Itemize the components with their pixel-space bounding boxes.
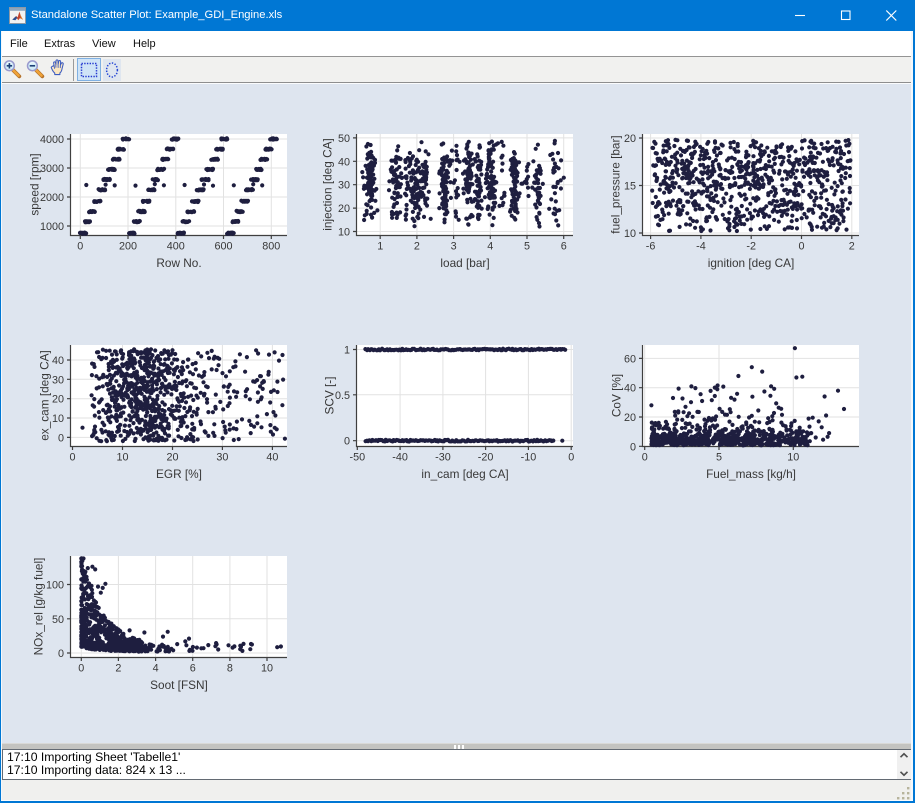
svg-text:60: 60 (624, 353, 636, 365)
svg-text:800: 800 (262, 241, 280, 253)
svg-text:1: 1 (377, 241, 383, 253)
svg-text:20: 20 (338, 203, 350, 215)
svg-text:30: 30 (338, 180, 350, 192)
svg-text:injection [deg CA]: injection [deg CA] (321, 138, 335, 230)
svg-text:2000: 2000 (40, 192, 64, 204)
svg-text:Fuel_mass [kg/h]: Fuel_mass [kg/h] (706, 467, 796, 481)
svg-text:EGR [%]: EGR [%] (156, 467, 202, 481)
svg-text:3: 3 (451, 241, 457, 253)
svg-text:speed [rpm]: speed [rpm] (28, 153, 42, 215)
svg-text:-30: -30 (435, 452, 451, 464)
svg-text:-10: -10 (521, 452, 537, 464)
svg-text:5: 5 (716, 452, 722, 464)
svg-text:fuel_pressure [bar]: fuel_pressure [bar] (609, 135, 623, 233)
svg-text:-40: -40 (392, 452, 408, 464)
svg-text:10: 10 (52, 413, 64, 425)
svg-text:CoV [%]: CoV [%] (610, 374, 624, 417)
svg-text:6: 6 (190, 663, 196, 675)
svg-text:0: 0 (642, 452, 648, 464)
svg-text:30: 30 (216, 452, 228, 464)
svg-text:40: 40 (624, 383, 636, 395)
svg-text:6: 6 (561, 241, 567, 253)
svg-text:load [bar]: load [bar] (440, 256, 489, 270)
svg-text:0: 0 (798, 241, 804, 253)
svg-text:-20: -20 (478, 452, 494, 464)
svg-text:0: 0 (78, 663, 84, 675)
svg-text:10: 10 (624, 228, 636, 240)
svg-text:0: 0 (69, 452, 75, 464)
svg-text:0: 0 (58, 432, 64, 444)
svg-text:200: 200 (119, 241, 137, 253)
svg-text:5: 5 (524, 241, 530, 253)
svg-text:40: 40 (266, 452, 278, 464)
svg-text:4: 4 (487, 241, 493, 253)
svg-text:ex_cam [deg CA]: ex_cam [deg CA] (38, 350, 52, 441)
svg-text:40: 40 (52, 355, 64, 367)
svg-text:2: 2 (115, 663, 121, 675)
svg-text:-2: -2 (746, 241, 756, 253)
svg-text:-6: -6 (646, 241, 656, 253)
svg-text:0: 0 (77, 241, 83, 253)
svg-text:20: 20 (166, 452, 178, 464)
svg-text:in_cam [deg CA]: in_cam [deg CA] (421, 467, 508, 481)
svg-text:10: 10 (261, 663, 273, 675)
svg-text:20: 20 (624, 412, 636, 424)
svg-text:0.5: 0.5 (335, 390, 350, 402)
svg-text:50: 50 (338, 133, 350, 145)
svg-text:-4: -4 (696, 241, 706, 253)
svg-text:2: 2 (849, 241, 855, 253)
svg-text:20: 20 (52, 394, 64, 406)
svg-text:-50: -50 (349, 452, 365, 464)
svg-text:4000: 4000 (40, 134, 64, 146)
svg-text:10: 10 (116, 452, 128, 464)
svg-text:Row No.: Row No. (156, 256, 201, 270)
svg-text:Soot [FSN]: Soot [FSN] (150, 678, 208, 692)
svg-text:400: 400 (167, 241, 185, 253)
svg-text:100: 100 (46, 580, 64, 592)
svg-text:15: 15 (624, 181, 636, 193)
svg-text:2: 2 (414, 241, 420, 253)
svg-text:0: 0 (568, 452, 574, 464)
svg-text:10: 10 (338, 227, 350, 239)
svg-text:1000: 1000 (40, 221, 64, 233)
svg-text:NOx_rel [g/kg fuel]: NOx_rel [g/kg fuel] (32, 558, 46, 656)
svg-text:SCV [-]: SCV [-] (323, 376, 337, 414)
svg-text:20: 20 (624, 133, 636, 145)
svg-text:4: 4 (153, 663, 159, 675)
svg-text:8: 8 (227, 663, 233, 675)
svg-text:0: 0 (58, 648, 64, 660)
svg-text:30: 30 (52, 374, 64, 386)
svg-text:10: 10 (787, 452, 799, 464)
svg-text:1: 1 (344, 345, 350, 357)
svg-text:0: 0 (630, 441, 636, 453)
svg-text:3000: 3000 (40, 163, 64, 175)
svg-text:0: 0 (344, 436, 350, 448)
svg-text:50: 50 (52, 614, 64, 626)
svg-text:600: 600 (214, 241, 232, 253)
svg-text:40: 40 (338, 156, 350, 168)
svg-text:ignition [deg CA]: ignition [deg CA] (708, 256, 795, 270)
